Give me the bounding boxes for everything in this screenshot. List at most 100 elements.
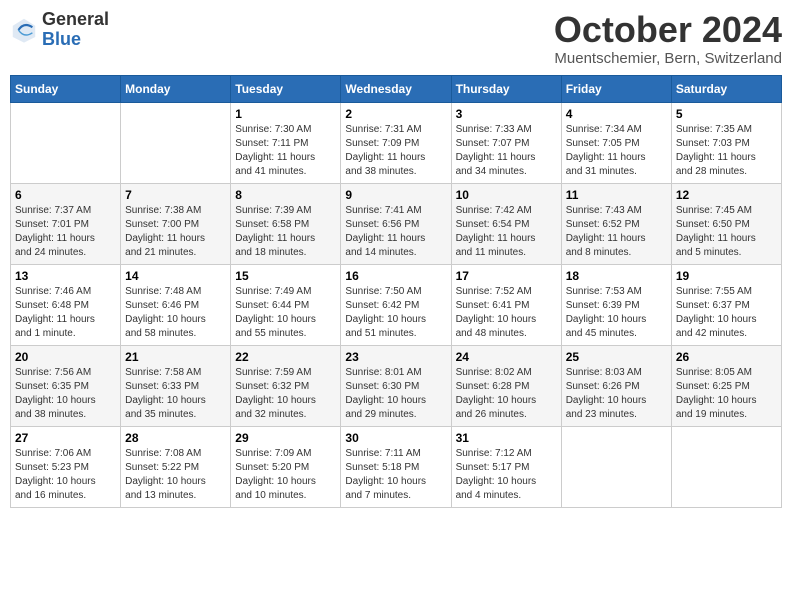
calendar-week: 27Sunrise: 7:06 AM Sunset: 5:23 PM Dayli… xyxy=(11,426,782,507)
day-info: Sunrise: 7:55 AM Sunset: 6:37 PM Dayligh… xyxy=(676,285,777,341)
calendar-cell: 8Sunrise: 7:39 AM Sunset: 6:58 PM Daylig… xyxy=(231,183,341,264)
day-info: Sunrise: 8:05 AM Sunset: 6:25 PM Dayligh… xyxy=(676,366,777,422)
calendar-cell xyxy=(561,426,671,507)
day-number: 24 xyxy=(456,350,557,364)
day-number: 29 xyxy=(235,431,336,445)
calendar-cell: 24 Sunrise: 8:02 AM Sunset: 6:28 PM Dayli… xyxy=(451,345,561,426)
location: Muentschemier, Bern, Switzerland xyxy=(554,50,782,67)
logo-icon xyxy=(10,16,38,44)
day-number: 5 xyxy=(676,107,777,121)
calendar-cell: 12 Sunrise: 7:45 AM Sunset: 6:50 PM Dayli… xyxy=(671,183,781,264)
calendar-cell xyxy=(121,102,231,183)
day-info: Sunrise: 7:30 AM Sunset: 7:11 PM Dayligh… xyxy=(235,123,336,179)
day-info: Sunrise: 8:01 AM Sunset: 6:30 PM Dayligh… xyxy=(345,366,446,422)
calendar-header: SundayMondayTuesdayWednesdayThursdayFrid… xyxy=(11,75,782,102)
day-info: Sunrise: 7:58 AM Sunset: 6:33 PM Dayligh… xyxy=(125,366,226,422)
day-info: Sunrise: 7:34 AM Sunset: 7:05 PM Dayligh… xyxy=(566,123,667,179)
day-info: Sunrise: 7:39 AM Sunset: 6:58 PM Dayligh… xyxy=(235,204,336,260)
calendar-cell: 1Sunrise: 7:30 AM Sunset: 7:11 PM Daylig… xyxy=(231,102,341,183)
day-info: Sunrise: 7:45 AM Sunset: 6:50 PM Dayligh… xyxy=(676,204,777,260)
calendar-cell: 16 Sunrise: 7:50 AM Sunset: 6:42 PM Dayli… xyxy=(341,264,451,345)
calendar-cell: 15 Sunrise: 7:49 AM Sunset: 6:44 PM Dayli… xyxy=(231,264,341,345)
weekday-header: Thursday xyxy=(451,75,561,102)
logo: General Blue xyxy=(10,10,109,50)
day-number: 11 xyxy=(566,188,667,202)
day-number: 21 xyxy=(125,350,226,364)
day-number: 28 xyxy=(125,431,226,445)
day-info: Sunrise: 7:31 AM Sunset: 7:09 PM Dayligh… xyxy=(345,123,446,179)
calendar-cell: 11 Sunrise: 7:43 AM Sunset: 6:52 PM Dayli… xyxy=(561,183,671,264)
day-number: 12 xyxy=(676,188,777,202)
weekday-header: Tuesday xyxy=(231,75,341,102)
day-number: 3 xyxy=(456,107,557,121)
day-info: Sunrise: 7:08 AM Sunset: 5:22 PM Dayligh… xyxy=(125,447,226,503)
day-info: Sunrise: 7:52 AM Sunset: 6:41 PM Dayligh… xyxy=(456,285,557,341)
day-number: 16 xyxy=(345,269,446,283)
day-number: 9 xyxy=(345,188,446,202)
calendar-cell: 17 Sunrise: 7:52 AM Sunset: 6:41 PM Dayli… xyxy=(451,264,561,345)
day-number: 26 xyxy=(676,350,777,364)
day-info: Sunrise: 7:41 AM Sunset: 6:56 PM Dayligh… xyxy=(345,204,446,260)
calendar-cell: 10Sunrise: 7:42 AM Sunset: 6:54 PM Dayli… xyxy=(451,183,561,264)
calendar-cell: 30 Sunrise: 7:11 AM Sunset: 5:18 PM Dayli… xyxy=(341,426,451,507)
day-info: Sunrise: 7:56 AM Sunset: 6:35 PM Dayligh… xyxy=(15,366,116,422)
calendar-cell: 19Sunrise: 7:55 AM Sunset: 6:37 PM Dayli… xyxy=(671,264,781,345)
calendar-week: 20 Sunrise: 7:56 AM Sunset: 6:35 PM Dayli… xyxy=(11,345,782,426)
calendar-cell: 25 Sunrise: 8:03 AM Sunset: 6:26 PM Dayli… xyxy=(561,345,671,426)
calendar-cell: 22 Sunrise: 7:59 AM Sunset: 6:32 PM Dayli… xyxy=(231,345,341,426)
day-info: Sunrise: 7:48 AM Sunset: 6:46 PM Dayligh… xyxy=(125,285,226,341)
day-info: Sunrise: 7:06 AM Sunset: 5:23 PM Dayligh… xyxy=(15,447,116,503)
day-info: Sunrise: 7:35 AM Sunset: 7:03 PM Dayligh… xyxy=(676,123,777,179)
day-number: 23 xyxy=(345,350,446,364)
day-info: Sunrise: 7:33 AM Sunset: 7:07 PM Dayligh… xyxy=(456,123,557,179)
day-info: Sunrise: 7:38 AM Sunset: 7:00 PM Dayligh… xyxy=(125,204,226,260)
calendar-body: 1Sunrise: 7:30 AM Sunset: 7:11 PM Daylig… xyxy=(11,102,782,507)
day-number: 14 xyxy=(125,269,226,283)
calendar-cell xyxy=(671,426,781,507)
calendar-cell: 28 Sunrise: 7:08 AM Sunset: 5:22 PM Dayli… xyxy=(121,426,231,507)
calendar-cell: 13Sunrise: 7:46 AM Sunset: 6:48 PM Dayli… xyxy=(11,264,121,345)
calendar-cell: 7 Sunrise: 7:38 AM Sunset: 7:00 PM Daylig… xyxy=(121,183,231,264)
day-number: 13 xyxy=(15,269,116,283)
day-info: Sunrise: 7:59 AM Sunset: 6:32 PM Dayligh… xyxy=(235,366,336,422)
day-number: 6 xyxy=(15,188,116,202)
day-info: Sunrise: 8:03 AM Sunset: 6:26 PM Dayligh… xyxy=(566,366,667,422)
day-number: 20 xyxy=(15,350,116,364)
day-info: Sunrise: 7:49 AM Sunset: 6:44 PM Dayligh… xyxy=(235,285,336,341)
day-number: 22 xyxy=(235,350,336,364)
day-number: 30 xyxy=(345,431,446,445)
day-info: Sunrise: 7:43 AM Sunset: 6:52 PM Dayligh… xyxy=(566,204,667,260)
day-number: 17 xyxy=(456,269,557,283)
calendar-table: SundayMondayTuesdayWednesdayThursdayFrid… xyxy=(10,75,782,508)
day-number: 2 xyxy=(345,107,446,121)
calendar-cell: 2 Sunrise: 7:31 AM Sunset: 7:09 PM Daylig… xyxy=(341,102,451,183)
calendar-cell: 21 Sunrise: 7:58 AM Sunset: 6:33 PM Dayli… xyxy=(121,345,231,426)
day-info: Sunrise: 7:50 AM Sunset: 6:42 PM Dayligh… xyxy=(345,285,446,341)
day-number: 4 xyxy=(566,107,667,121)
month-title: October 2024 xyxy=(554,10,782,50)
day-info: Sunrise: 8:02 AM Sunset: 6:28 PM Dayligh… xyxy=(456,366,557,422)
calendar-cell: 18Sunrise: 7:53 AM Sunset: 6:39 PM Dayli… xyxy=(561,264,671,345)
calendar-week: 6Sunrise: 7:37 AM Sunset: 7:01 PM Daylig… xyxy=(11,183,782,264)
calendar-cell: 9 Sunrise: 7:41 AM Sunset: 6:56 PM Daylig… xyxy=(341,183,451,264)
calendar-cell: 26 Sunrise: 8:05 AM Sunset: 6:25 PM Dayli… xyxy=(671,345,781,426)
weekday-row: SundayMondayTuesdayWednesdayThursdayFrid… xyxy=(11,75,782,102)
calendar-cell xyxy=(11,102,121,183)
calendar-week: 13Sunrise: 7:46 AM Sunset: 6:48 PM Dayli… xyxy=(11,264,782,345)
calendar-cell: 4 Sunrise: 7:34 AM Sunset: 7:05 PM Daylig… xyxy=(561,102,671,183)
day-number: 10 xyxy=(456,188,557,202)
day-info: Sunrise: 7:53 AM Sunset: 6:39 PM Dayligh… xyxy=(566,285,667,341)
calendar-week: 1Sunrise: 7:30 AM Sunset: 7:11 PM Daylig… xyxy=(11,102,782,183)
calendar-cell: 3 Sunrise: 7:33 AM Sunset: 7:07 PM Daylig… xyxy=(451,102,561,183)
day-number: 15 xyxy=(235,269,336,283)
calendar-cell: 5 Sunrise: 7:35 AM Sunset: 7:03 PM Daylig… xyxy=(671,102,781,183)
day-number: 25 xyxy=(566,350,667,364)
day-number: 7 xyxy=(125,188,226,202)
logo-text: General Blue xyxy=(42,10,109,50)
day-info: Sunrise: 7:11 AM Sunset: 5:18 PM Dayligh… xyxy=(345,447,446,503)
calendar-cell: 23 Sunrise: 8:01 AM Sunset: 6:30 PM Dayli… xyxy=(341,345,451,426)
day-number: 31 xyxy=(456,431,557,445)
weekday-header: Wednesday xyxy=(341,75,451,102)
day-info: Sunrise: 7:12 AM Sunset: 5:17 PM Dayligh… xyxy=(456,447,557,503)
calendar-cell: 31 Sunrise: 7:12 AM Sunset: 5:17 PM Dayli… xyxy=(451,426,561,507)
